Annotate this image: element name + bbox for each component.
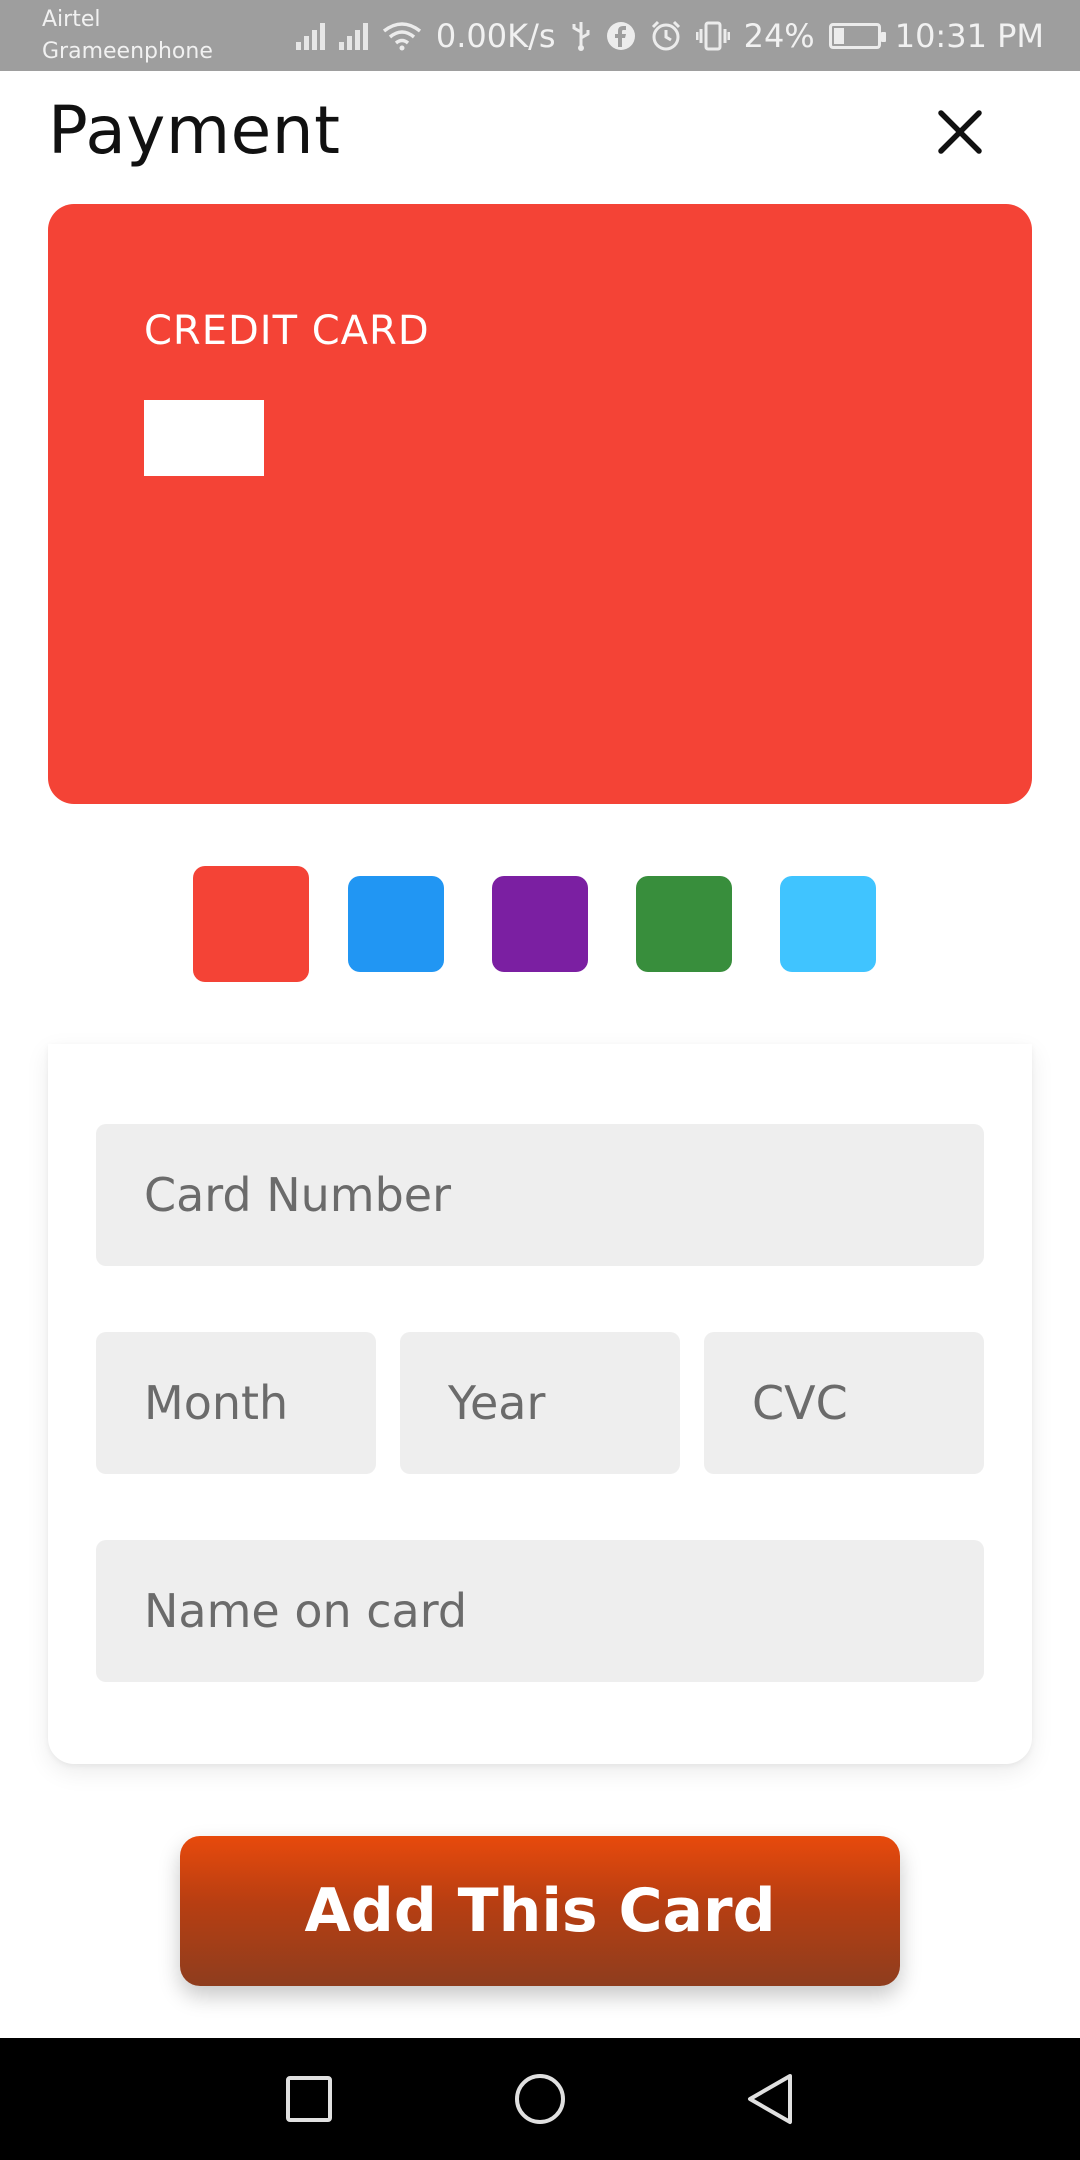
swatch-light-blue[interactable] bbox=[780, 876, 876, 972]
year-input[interactable] bbox=[400, 1332, 680, 1474]
swatch-blue[interactable] bbox=[348, 876, 444, 972]
wifi-icon bbox=[382, 21, 421, 50]
page-title: Payment bbox=[48, 92, 341, 169]
month-input[interactable] bbox=[96, 1332, 376, 1474]
clock: 10:31 PM bbox=[894, 16, 1044, 55]
card-preview: CREDIT CARD bbox=[48, 204, 1032, 804]
status-bar: Airtel Grameenphone 0.00K/s 24% 10:31 PM bbox=[0, 0, 1080, 71]
signal-icon bbox=[295, 22, 325, 50]
card-number-input[interactable] bbox=[96, 1124, 984, 1266]
network-speed: 0.00K/s bbox=[435, 16, 556, 55]
payment-screen: Airtel Grameenphone 0.00K/s 24% 10:31 PM… bbox=[0, 0, 1080, 2160]
alarm-icon bbox=[651, 20, 680, 50]
carrier-primary: Airtel bbox=[42, 7, 101, 32]
circle-icon bbox=[515, 2074, 565, 2124]
battery-percent: 24% bbox=[743, 16, 815, 55]
home-button[interactable] bbox=[497, 2056, 583, 2142]
triangle-back-icon bbox=[748, 2074, 792, 2124]
signal-icon bbox=[338, 22, 368, 50]
swatch-green[interactable] bbox=[636, 876, 732, 972]
card-chip bbox=[144, 400, 264, 476]
card-type-label: CREDIT CARD bbox=[144, 308, 430, 354]
battery-icon bbox=[828, 22, 886, 49]
swatch-red[interactable] bbox=[193, 866, 309, 982]
cvc-input[interactable] bbox=[704, 1332, 984, 1474]
color-swatches bbox=[0, 866, 1080, 982]
vibrate-icon bbox=[695, 21, 730, 50]
add-card-button[interactable]: Add This Card bbox=[180, 1836, 900, 1986]
back-button[interactable] bbox=[727, 2056, 813, 2142]
square-icon bbox=[286, 2076, 332, 2122]
carrier-secondary: Grameenphone bbox=[42, 39, 213, 64]
usb-icon bbox=[572, 21, 590, 51]
close-icon bbox=[938, 110, 982, 154]
battery-level bbox=[833, 27, 844, 44]
name-on-card-input[interactable] bbox=[96, 1540, 984, 1682]
facebook-icon bbox=[606, 21, 635, 50]
card-form bbox=[48, 1044, 1032, 1764]
navigation-bar bbox=[0, 2038, 1080, 2160]
swatch-purple[interactable] bbox=[492, 876, 588, 972]
status-icons: 0.00K/s 24% 10:31 PM bbox=[295, 0, 1044, 71]
recent-apps-button[interactable] bbox=[266, 2056, 352, 2142]
close-button[interactable] bbox=[928, 100, 992, 164]
